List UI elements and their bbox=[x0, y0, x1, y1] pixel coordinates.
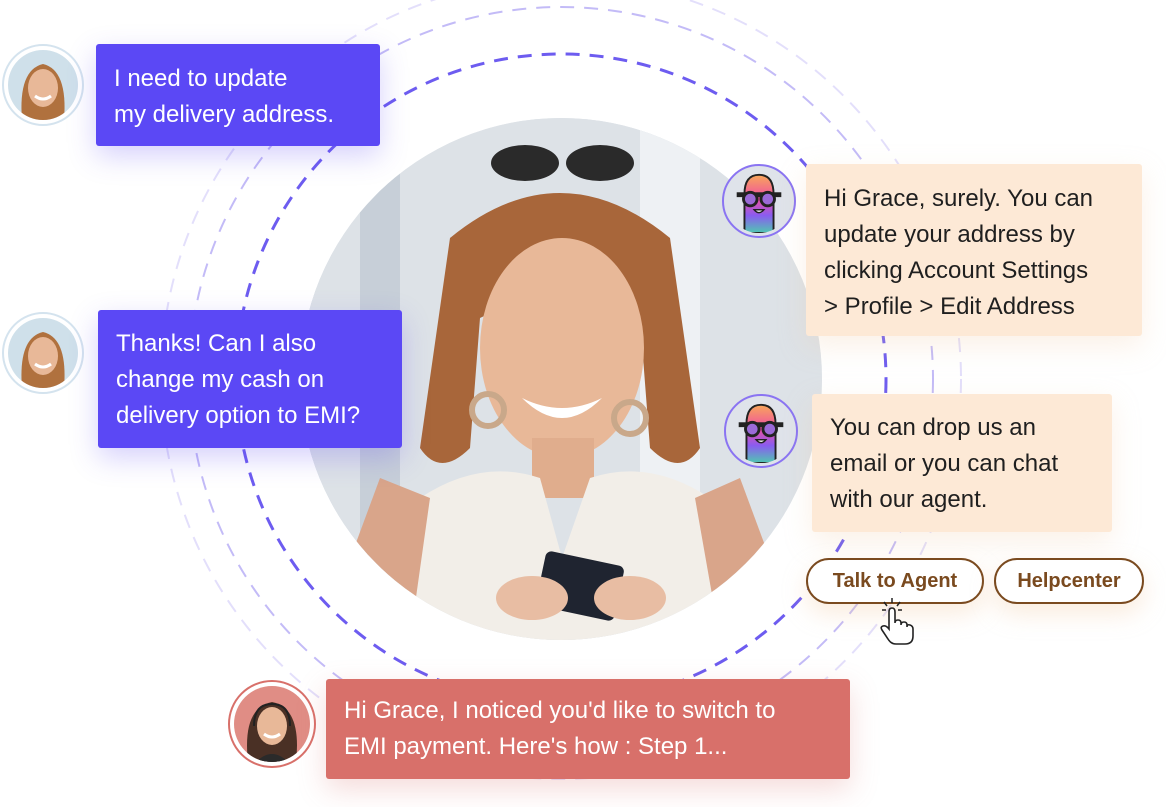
bot-avatar bbox=[722, 164, 796, 238]
button-label: Talk to Agent bbox=[832, 569, 958, 592]
message-text: Hi Grace, I noticed you'd like to switch… bbox=[344, 697, 776, 724]
message-text: You can drop us an bbox=[830, 414, 1036, 441]
message-text: delivery option to EMI? bbox=[116, 402, 361, 429]
message-text: update your address by bbox=[824, 221, 1075, 248]
message-text: EMI payment. Here's how : Step 1... bbox=[344, 733, 728, 760]
helpcenter-button[interactable]: Helpcenter bbox=[994, 558, 1144, 604]
message-text: email or you can chat bbox=[830, 450, 1059, 477]
customer-avatar bbox=[2, 312, 84, 394]
message-text: my delivery address. bbox=[114, 101, 335, 128]
message-text: with our agent. bbox=[830, 486, 988, 513]
agent-avatar bbox=[228, 680, 316, 768]
message-text: Thanks! Can I also bbox=[116, 330, 317, 357]
button-label: Helpcenter bbox=[1017, 569, 1121, 592]
message-text: > Profile > Edit Address bbox=[824, 293, 1075, 320]
chat-message-agent: Hi Grace, I noticed you'd like to switch… bbox=[326, 679, 850, 779]
chat-message-user: I need to update my delivery address. bbox=[96, 44, 380, 146]
chat-message-user: Thanks! Can I also change my cash on del… bbox=[98, 310, 402, 448]
message-text: I need to update bbox=[114, 65, 288, 92]
customer-avatar bbox=[2, 44, 84, 126]
bot-avatar bbox=[724, 394, 798, 468]
message-text: clicking Account Settings bbox=[824, 257, 1089, 284]
chat-message-bot: Hi Grace, surely. You can update your ad… bbox=[806, 164, 1142, 336]
chat-message-bot: You can drop us an email or you can chat… bbox=[812, 394, 1112, 532]
message-text: Hi Grace, surely. You can bbox=[824, 185, 1094, 212]
hand-pointer-icon bbox=[880, 598, 914, 645]
message-text: change my cash on bbox=[116, 366, 325, 393]
